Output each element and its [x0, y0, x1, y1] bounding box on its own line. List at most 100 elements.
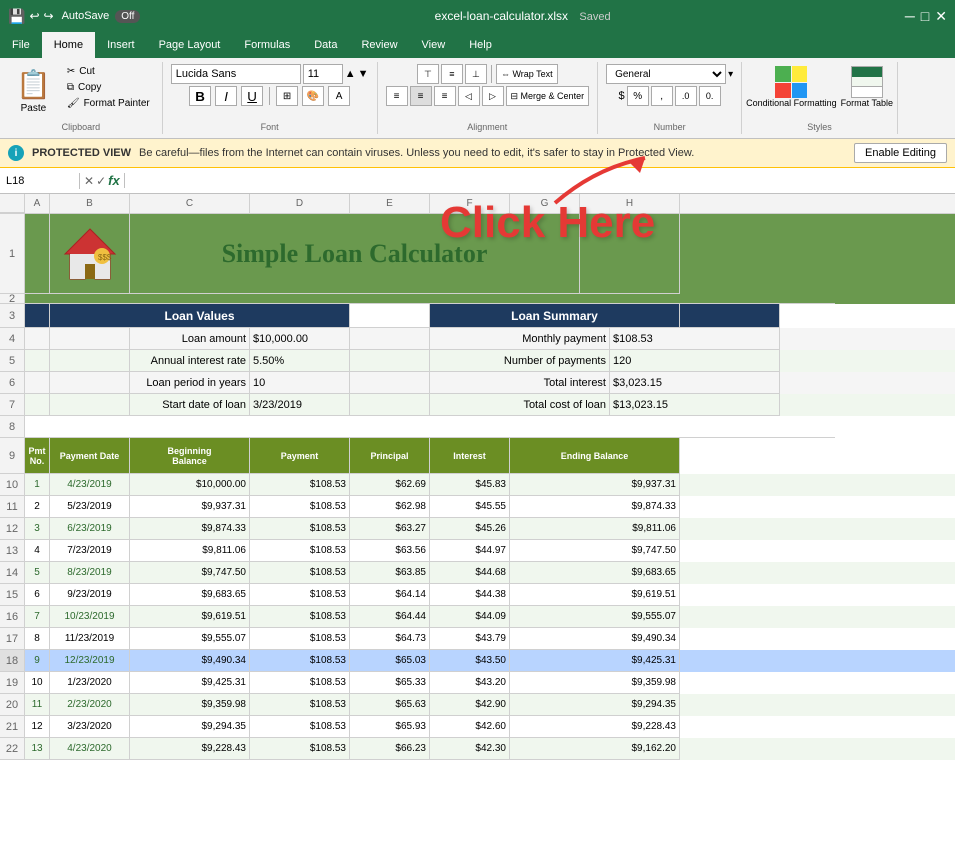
cell-17-end[interactable]: $9,490.34	[510, 628, 680, 650]
cell-12-end[interactable]: $9,811.06	[510, 518, 680, 540]
cell-15-interest[interactable]: $44.38	[430, 584, 510, 606]
cell-14-end[interactable]: $9,683.65	[510, 562, 680, 584]
cell-19-payment[interactable]: $108.53	[250, 672, 350, 694]
cell-14-date[interactable]: 8/23/2019	[50, 562, 130, 584]
cell-11-date[interactable]: 5/23/2019	[50, 496, 130, 518]
border-button[interactable]: ⊞	[276, 86, 298, 106]
cell-16-date[interactable]: 10/23/2019	[50, 606, 130, 628]
cell-10-end[interactable]: $9,937.31	[510, 474, 680, 496]
cell-16-principal[interactable]: $64.44	[350, 606, 430, 628]
cell-reference-box[interactable]: L18	[0, 173, 80, 189]
cell-18-interest[interactable]: $43.50	[430, 650, 510, 672]
cell-10-pmt[interactable]: 1	[25, 474, 50, 496]
tab-review[interactable]: Review	[349, 32, 409, 58]
cell-14-principal[interactable]: $63.85	[350, 562, 430, 584]
bold-button[interactable]: B	[189, 86, 211, 106]
cell-20-principal[interactable]: $65.63	[350, 694, 430, 716]
cell-15-begin[interactable]: $9,683.65	[130, 584, 250, 606]
cell-15-principal[interactable]: $64.14	[350, 584, 430, 606]
cell-10-principal[interactable]: $62.69	[350, 474, 430, 496]
wrap-text-button[interactable]: ⇔ Wrap Text	[496, 64, 558, 84]
cell-16-end[interactable]: $9,555.07	[510, 606, 680, 628]
cell-10-begin[interactable]: $10,000.00	[130, 474, 250, 496]
tab-home[interactable]: Home	[42, 32, 95, 58]
cell-15-payment[interactable]: $108.53	[250, 584, 350, 606]
cell-14-begin[interactable]: $9,747.50	[130, 562, 250, 584]
cell-15-end[interactable]: $9,619.51	[510, 584, 680, 606]
cell-12-pmt[interactable]: 3	[25, 518, 50, 540]
tab-file[interactable]: File	[0, 32, 42, 58]
cell-10-payment[interactable]: $108.53	[250, 474, 350, 496]
align-middle-button[interactable]: ≡	[441, 64, 463, 84]
cell-18-date[interactable]: 12/23/2019	[50, 650, 130, 672]
cell-11-interest[interactable]: $45.55	[430, 496, 510, 518]
cell-11-end[interactable]: $9,874.33	[510, 496, 680, 518]
cell-11-pmt[interactable]: 2	[25, 496, 50, 518]
cell-17-principal[interactable]: $64.73	[350, 628, 430, 650]
font-size-up-icon[interactable]: ▲	[345, 68, 356, 80]
cell-21-begin[interactable]: $9,294.35	[130, 716, 250, 738]
cell-18-pmt[interactable]: 9	[25, 650, 50, 672]
tab-view[interactable]: View	[410, 32, 458, 58]
cancel-formula-icon[interactable]: ✕	[84, 174, 94, 188]
italic-button[interactable]: I	[215, 86, 237, 106]
cell-21-interest[interactable]: $42.60	[430, 716, 510, 738]
cell-11-principal[interactable]: $62.98	[350, 496, 430, 518]
tab-data[interactable]: Data	[302, 32, 349, 58]
cell-12-principal[interactable]: $63.27	[350, 518, 430, 540]
confirm-formula-icon[interactable]: ✓	[96, 174, 106, 188]
cell-22-begin[interactable]: $9,228.43	[130, 738, 250, 760]
cell-12-begin[interactable]: $9,874.33	[130, 518, 250, 540]
formula-input[interactable]	[125, 179, 955, 183]
cell-21-principal[interactable]: $65.93	[350, 716, 430, 738]
insert-function-icon[interactable]: fx	[108, 173, 120, 188]
cell-21-date[interactable]: 3/23/2020	[50, 716, 130, 738]
cell-16-interest[interactable]: $44.09	[430, 606, 510, 628]
cell-20-end[interactable]: $9,294.35	[510, 694, 680, 716]
cell-16-pmt[interactable]: 7	[25, 606, 50, 628]
cell-19-end[interactable]: $9,359.98	[510, 672, 680, 694]
cell-19-date[interactable]: 1/23/2020	[50, 672, 130, 694]
cell-21-payment[interactable]: $108.53	[250, 716, 350, 738]
font-name-input[interactable]	[171, 64, 301, 84]
cell-21-end[interactable]: $9,228.43	[510, 716, 680, 738]
cell-22-principal[interactable]: $66.23	[350, 738, 430, 760]
fill-color-button[interactable]: 🎨	[302, 86, 324, 106]
align-top-button[interactable]: ⊤	[417, 64, 439, 84]
merge-center-button[interactable]: ⊟ Merge & Center	[506, 86, 590, 106]
cell-14-interest[interactable]: $44.68	[430, 562, 510, 584]
cell-22-payment[interactable]: $108.53	[250, 738, 350, 760]
align-bottom-button[interactable]: ⊥	[465, 64, 487, 84]
font-size-input[interactable]	[303, 64, 343, 84]
tab-formulas[interactable]: Formulas	[232, 32, 302, 58]
cell-13-end[interactable]: $9,747.50	[510, 540, 680, 562]
cell-22-pmt[interactable]: 13	[25, 738, 50, 760]
cell-13-payment[interactable]: $108.53	[250, 540, 350, 562]
cell-13-pmt[interactable]: 4	[25, 540, 50, 562]
cell-20-pmt[interactable]: 11	[25, 694, 50, 716]
cell-14-payment[interactable]: $108.53	[250, 562, 350, 584]
format-painter-button[interactable]: 🖌 Format Painter	[63, 96, 154, 111]
cell-18-end[interactable]: $9,425.31	[510, 650, 680, 672]
format-as-table-button[interactable]: Format Table	[841, 66, 893, 108]
percent-button[interactable]: %	[627, 86, 649, 106]
cell-17-pmt[interactable]: 8	[25, 628, 50, 650]
cell-19-begin[interactable]: $9,425.31	[130, 672, 250, 694]
maximize-btn[interactable]: □	[921, 8, 929, 25]
cell-20-date[interactable]: 2/23/2020	[50, 694, 130, 716]
cell-13-date[interactable]: 7/23/2019	[50, 540, 130, 562]
comma-button[interactable]: ,	[651, 86, 673, 106]
cell-14-pmt[interactable]: 5	[25, 562, 50, 584]
font-size-down-icon[interactable]: ▼	[358, 68, 369, 80]
increase-decimal-button[interactable]: .0	[675, 86, 697, 106]
cell-19-interest[interactable]: $43.20	[430, 672, 510, 694]
tab-page-layout[interactable]: Page Layout	[147, 32, 233, 58]
indent-less-button[interactable]: ◁	[458, 86, 480, 106]
cell-12-interest[interactable]: $45.26	[430, 518, 510, 540]
cell-22-interest[interactable]: $42.30	[430, 738, 510, 760]
cell-21-pmt[interactable]: 12	[25, 716, 50, 738]
cell-18-payment[interactable]: $108.53	[250, 650, 350, 672]
cell-10-interest[interactable]: $45.83	[430, 474, 510, 496]
conditional-formatting-button[interactable]: Conditional Formatting	[746, 66, 837, 109]
tab-help[interactable]: Help	[457, 32, 504, 58]
